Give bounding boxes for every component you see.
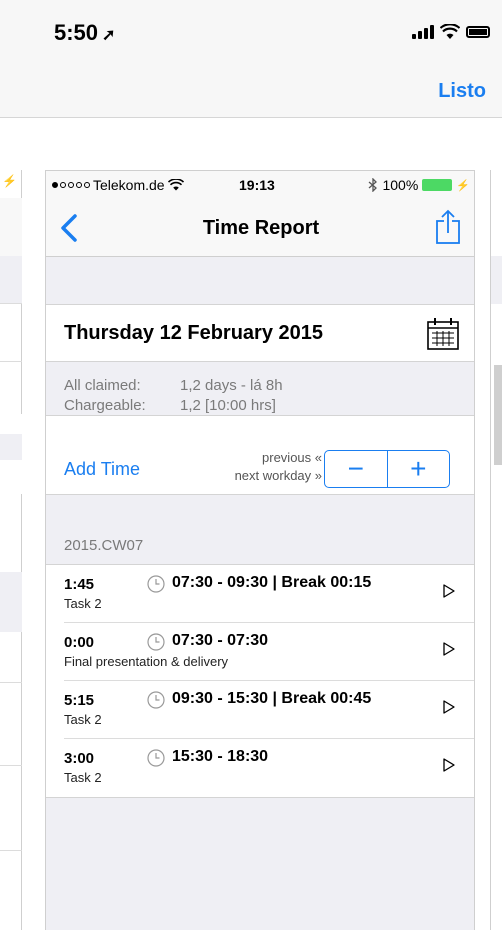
carrier-name: Telekom.de bbox=[93, 177, 165, 193]
entry-time-range: 15:30 - 18:30 bbox=[172, 748, 269, 765]
calendar-icon[interactable] bbox=[426, 317, 460, 351]
screenshot-card: Telekom.de 19:13 100% ⚡ Time Report Thur… bbox=[45, 170, 475, 930]
outer-status-icons bbox=[412, 24, 490, 40]
wifi-icon bbox=[440, 24, 460, 39]
charging-icon: ⚡ bbox=[2, 174, 17, 188]
entry-task: Final presentation & delivery bbox=[64, 654, 229, 669]
device-status-bar: Telekom.de 19:13 100% ⚡ bbox=[46, 171, 474, 199]
add-time-button[interactable]: Add Time bbox=[64, 459, 140, 480]
list-item[interactable]: 0:00 07:30 - 07:30 Final presentation & … bbox=[64, 623, 474, 681]
clock-icon bbox=[147, 633, 165, 651]
summary: All claimed: 1,2 days - lá 8h Chargeable… bbox=[64, 376, 283, 416]
entry-task: Task 2 bbox=[64, 770, 102, 785]
wifi-icon bbox=[167, 179, 184, 191]
week-section-header: 2015.CW07 bbox=[64, 537, 144, 554]
selected-date: Thursday 12 February 2015 bbox=[64, 322, 324, 344]
battery-icon bbox=[466, 26, 490, 38]
share-icon[interactable] bbox=[434, 209, 462, 245]
signal-icon bbox=[412, 25, 434, 39]
clock-icon bbox=[147, 575, 165, 593]
outer-status-time: 5:50 ➚ bbox=[54, 20, 116, 45]
device-status-right: 100% ⚡ bbox=[368, 177, 470, 193]
list-item[interactable]: 1:45 07:30 - 09:30 | Break 00:15 Task 2 bbox=[64, 565, 474, 623]
play-icon[interactable] bbox=[442, 583, 456, 599]
date-row: Thursday 12 February 2015 bbox=[46, 304, 474, 362]
time-entries-list: 1:45 07:30 - 09:30 | Break 00:15 Task 2 … bbox=[46, 564, 474, 798]
entry-duration: 0:00 bbox=[64, 634, 95, 651]
previous-next-label: previous « next workday » bbox=[234, 450, 322, 483]
charging-icon: ⚡ bbox=[456, 179, 470, 192]
all-claimed-row: All claimed: 1,2 days - lá 8h bbox=[64, 377, 283, 394]
carrier-info: Telekom.de bbox=[52, 177, 184, 193]
page-title: Time Report bbox=[202, 217, 320, 239]
clock-icon bbox=[147, 749, 165, 767]
entry-duration: 1:45 bbox=[64, 576, 95, 593]
outer-nav-bar: Listo bbox=[0, 72, 502, 118]
next-screenshot-preview[interactable] bbox=[490, 170, 502, 930]
play-icon[interactable] bbox=[442, 757, 456, 773]
entry-task: Task 2 bbox=[64, 596, 102, 611]
entry-time-range: 07:30 - 07:30 bbox=[172, 632, 269, 649]
device-time: 19:13 bbox=[239, 177, 275, 193]
list-item[interactable]: 5:15 09:30 - 15:30 | Break 00:45 Task 2 bbox=[64, 681, 474, 739]
nav-bar: Time Report bbox=[46, 199, 474, 257]
entry-duration: 3:00 bbox=[64, 750, 95, 767]
entry-duration: 5:15 bbox=[64, 692, 95, 709]
location-arrow-icon: ➚ bbox=[102, 27, 116, 44]
scroll-indicator bbox=[494, 365, 502, 465]
previous-screenshot-preview[interactable]: ⚡ bbox=[0, 170, 22, 930]
entry-time-range: 09:30 - 15:30 | Break 00:45 bbox=[172, 690, 372, 707]
done-button[interactable]: Listo bbox=[438, 80, 486, 103]
next-day-button[interactable]: + bbox=[388, 451, 450, 487]
bluetooth-icon bbox=[369, 178, 378, 192]
clock-icon bbox=[147, 691, 165, 709]
play-icon[interactable] bbox=[442, 699, 456, 715]
entry-time-range: 07:30 - 09:30 | Break 00:15 bbox=[172, 574, 372, 591]
list-item[interactable]: 3:00 15:30 - 18:30 Task 2 bbox=[64, 739, 474, 797]
outer-status-bar: 5:50 ➚ bbox=[0, 0, 502, 72]
play-icon[interactable] bbox=[442, 641, 456, 657]
previous-day-button[interactable]: − bbox=[325, 451, 388, 487]
day-stepper: − + bbox=[324, 450, 450, 488]
signal-dots-icon bbox=[52, 182, 90, 188]
battery-percent: 100% bbox=[382, 177, 419, 193]
chargeable-row: Chargeable: 1,2 [10:00 hrs] bbox=[64, 397, 276, 414]
battery-icon bbox=[422, 179, 453, 191]
entry-task: Task 2 bbox=[64, 712, 102, 727]
